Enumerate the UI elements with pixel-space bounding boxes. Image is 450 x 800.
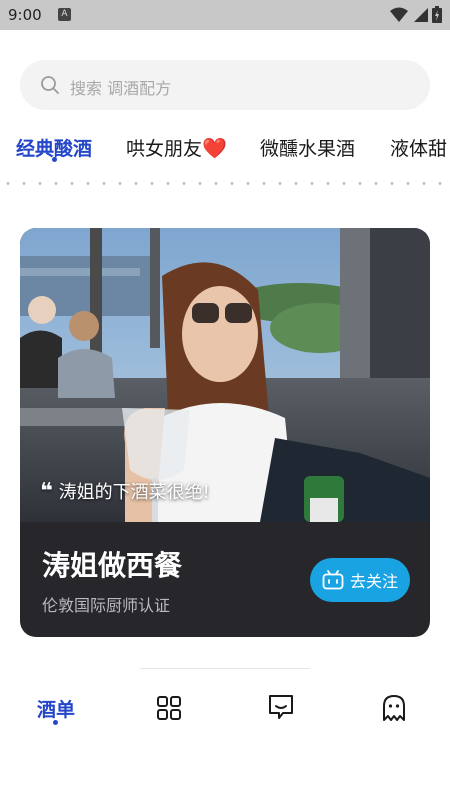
- bilibili-tv-icon: [322, 570, 344, 590]
- nav-divider: [140, 668, 310, 669]
- card-quote: ❝ 涛姐的下酒菜很绝!: [40, 478, 210, 504]
- battery-icon: [432, 6, 442, 23]
- follow-label: 去关注: [349, 572, 398, 591]
- nav-active-indicator: [53, 720, 58, 725]
- search-icon: [41, 76, 59, 94]
- signal-icon: [414, 7, 428, 22]
- heart-icon: ❤️: [202, 136, 227, 160]
- status-time: 9:00: [8, 6, 42, 24]
- ghost-icon: [383, 695, 405, 721]
- follow-button[interactable]: 去关注: [310, 558, 410, 602]
- nav-profile-tab[interactable]: [374, 688, 414, 728]
- grid-icon: [157, 696, 181, 720]
- tab-girlfriend[interactable]: 哄女朋友❤️: [126, 134, 227, 161]
- active-tab-indicator: [52, 157, 57, 162]
- quote-text: 涛姐的下酒菜很绝!: [58, 482, 210, 503]
- nav-grid-tab[interactable]: [149, 688, 189, 728]
- status-icons: [390, 6, 442, 23]
- tab-liquid-sweet[interactable]: 液体甜: [390, 134, 447, 161]
- notification-icon: A: [58, 8, 71, 21]
- nav-menu-label: 酒单: [36, 698, 75, 721]
- nav-message-tab[interactable]: [261, 688, 301, 728]
- tab-fruit-wine[interactable]: 微醺水果酒: [260, 134, 355, 161]
- status-bar: 9:00 A: [0, 0, 450, 30]
- category-tabs: 经典酸酒 哄女朋友❤️ 微醺水果酒 液体甜: [0, 132, 450, 168]
- card-title: 涛姐做西餐: [42, 549, 183, 582]
- message-icon: [269, 695, 293, 719]
- wifi-icon: [390, 7, 408, 22]
- search-placeholder: 搜索 调酒配方: [70, 79, 172, 98]
- divider: [0, 182, 450, 185]
- search-bar[interactable]: 搜索 调酒配方: [20, 60, 430, 110]
- card-subtitle: 伦敦国际厨师认证: [42, 596, 171, 615]
- quote-icon: ❝: [40, 479, 53, 504]
- tab-girlfriend-label: 哄女朋友: [126, 138, 203, 160]
